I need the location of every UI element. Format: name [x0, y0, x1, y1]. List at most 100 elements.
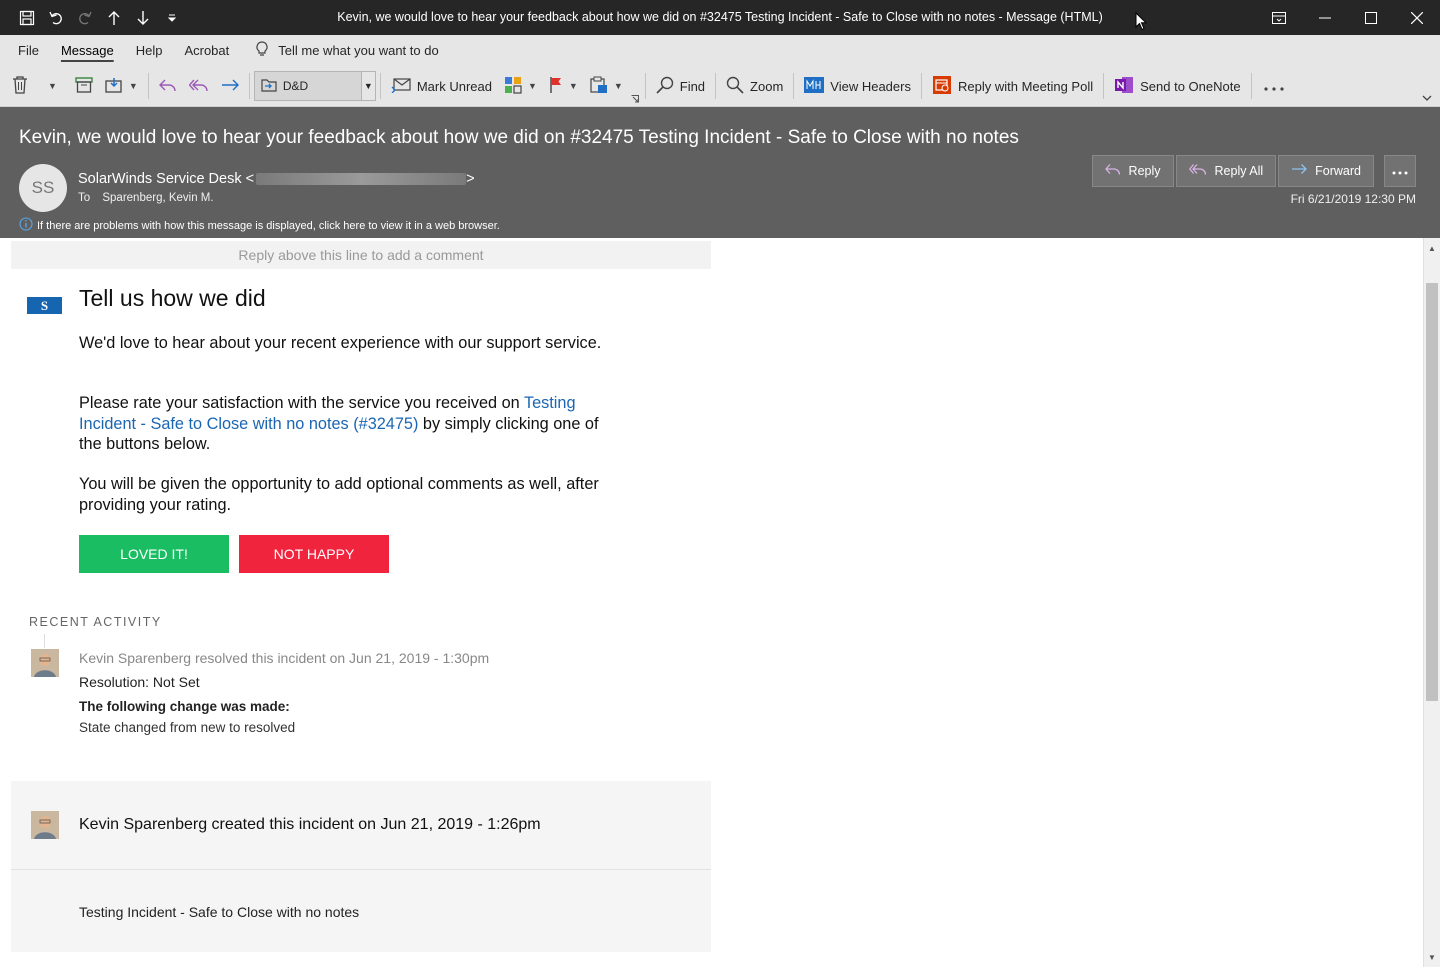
vertical-scrollbar[interactable]: ▲ ▼ — [1423, 238, 1440, 967]
folder-move-icon — [261, 78, 277, 95]
move-icon — [105, 77, 123, 96]
find-label: Find — [679, 78, 706, 94]
trash-icon — [12, 75, 28, 97]
forward-icon — [221, 78, 239, 95]
toolbar-divider — [1250, 73, 1252, 99]
maximize-icon[interactable] — [1348, 0, 1394, 35]
sender-email-redacted — [256, 173, 467, 185]
scroll-down-icon[interactable]: ▼ — [1424, 949, 1440, 965]
tags-more-button[interactable]: ▼ — [584, 71, 629, 101]
find-button[interactable]: Find — [650, 71, 711, 101]
move-button[interactable]: ▼ — [99, 71, 144, 101]
recipients-row: To Sparenberg, Kevin M. — [78, 192, 214, 204]
chevron-down-icon[interactable]: ▼ — [48, 81, 57, 91]
chevron-down-icon[interactable]: ▼ — [614, 81, 623, 91]
recipient[interactable]: Sparenberg, Kevin M. — [102, 192, 213, 204]
sender-name: SolarWinds Service Desk < — [78, 171, 255, 187]
next-item-icon[interactable] — [128, 0, 157, 35]
reply-all-button[interactable]: Reply All — [1175, 155, 1277, 187]
more-commands-button[interactable] — [1256, 71, 1292, 101]
info-bar[interactable]: If there are problems with how this mess… — [19, 217, 500, 234]
quick-access-toolbar — [12, 0, 186, 35]
forward-ribbon-button[interactable] — [215, 71, 245, 101]
reply-all-ribbon-button[interactable] — [183, 71, 215, 101]
toolbar-divider — [715, 73, 717, 99]
zoom-button[interactable]: Zoom — [720, 71, 789, 101]
minimize-icon[interactable] — [1302, 0, 1348, 35]
info-icon — [19, 217, 33, 234]
sender-bracket: > — [466, 171, 475, 187]
move-to-folder-dropdown[interactable]: D&D ▼ — [253, 71, 376, 101]
flag-icon — [549, 76, 563, 97]
tell-me-label: Tell me what you want to do — [278, 43, 439, 58]
tab-message[interactable]: Message — [50, 35, 125, 66]
sender-avatar[interactable]: SS — [19, 164, 67, 212]
view-headers-button[interactable]: View Headers — [798, 71, 917, 101]
info-text: If there are problems with how this mess… — [37, 219, 500, 232]
avatar — [31, 649, 59, 677]
archive-button[interactable] — [69, 71, 99, 101]
chevron-down-icon[interactable]: ▼ — [360, 72, 375, 100]
move-to-folder-value: D&D — [282, 79, 309, 93]
toolbar-divider — [248, 73, 250, 99]
previous-item-icon[interactable] — [99, 0, 128, 35]
ellipsis-icon — [1392, 164, 1408, 178]
rating-text-before: Please rate your satisfaction with the s… — [79, 394, 524, 412]
activity-resolution: Resolution: Not Set — [79, 674, 200, 690]
reply-button[interactable]: Reply — [1091, 155, 1174, 187]
save-icon[interactable] — [12, 0, 41, 35]
send-onenote-label: Send to OneNote — [1140, 78, 1241, 94]
tab-file[interactable]: File — [0, 35, 50, 66]
close-icon[interactable] — [1394, 0, 1440, 35]
reply-ribbon-button[interactable] — [153, 71, 183, 101]
timeline-connector — [44, 634, 45, 648]
envelope-icon — [391, 77, 411, 96]
reply-meeting-poll-button[interactable]: Reply with Meeting Poll — [926, 71, 1099, 101]
zoom-icon — [726, 76, 744, 97]
created-text: Kevin Sparenberg created this incident o… — [79, 816, 541, 833]
comments-paragraph: You will be given the opportunity to add… — [79, 475, 599, 514]
ellipsis-icon — [1263, 79, 1284, 94]
categorize-icon — [504, 76, 522, 97]
reply-above-line: Reply above this line to add a comment — [11, 241, 711, 269]
ribbon-display-options-icon[interactable] — [1256, 0, 1302, 35]
reply-icon — [1104, 163, 1121, 179]
view-headers-icon — [804, 76, 825, 96]
toolbar-divider — [1103, 73, 1105, 99]
created-activity: Kevin Sparenberg created this incident o… — [11, 781, 711, 952]
scroll-up-icon[interactable]: ▲ — [1424, 240, 1440, 256]
ribbon-collapse-button[interactable] — [1416, 86, 1440, 106]
delete-button[interactable]: ▼ — [0, 71, 63, 101]
reply-all-icon — [188, 78, 209, 95]
survey-heading: Tell us how we did — [79, 285, 266, 311]
undo-icon[interactable] — [41, 0, 70, 35]
not-happy-button[interactable]: NOT HAPPY — [239, 535, 389, 573]
message-header: Kevin, we would love to hear your feedba… — [0, 107, 1440, 238]
customize-toolbar-icon[interactable] — [157, 0, 186, 35]
scrollbar-thumb[interactable] — [1426, 283, 1438, 701]
mark-unread-button[interactable]: Mark Unread — [385, 71, 498, 101]
ribbon-toolbar: ▼ ▼ D&D ▼ Mark Unread ▼ ▼ ▼ Find Zoom Vi… — [0, 66, 1440, 107]
tab-acrobat[interactable]: Acrobat — [173, 35, 240, 66]
tags-dialog-launcher[interactable] — [629, 90, 641, 106]
tell-me-search[interactable]: Tell me what you want to do — [256, 41, 439, 60]
more-actions-button[interactable] — [1384, 155, 1416, 187]
toolbar-divider — [379, 73, 381, 99]
activity-change-heading: The following change was made: — [79, 699, 290, 714]
tab-help[interactable]: Help — [125, 35, 174, 66]
message-date: Fri 6/21/2019 12:30 PM — [1290, 192, 1416, 206]
categorize-button[interactable]: ▼ — [498, 71, 543, 101]
follow-up-button[interactable]: ▼ — [543, 71, 584, 101]
chevron-down-icon[interactable]: ▼ — [129, 81, 138, 91]
forward-button[interactable]: Forward — [1278, 155, 1374, 187]
reply-meeting-poll-label: Reply with Meeting Poll — [957, 78, 1094, 94]
avatar — [31, 811, 59, 839]
send-onenote-button[interactable]: Send to OneNote — [1108, 71, 1246, 101]
loved-it-button[interactable]: LOVED IT! — [79, 535, 229, 573]
reply-label: Reply — [1128, 164, 1161, 178]
sender[interactable]: SolarWinds Service Desk < > — [78, 171, 475, 187]
chevron-down-icon[interactable]: ▼ — [569, 81, 578, 91]
chevron-down-icon[interactable]: ▼ — [528, 81, 537, 91]
onenote-icon — [1114, 76, 1134, 97]
redo-icon[interactable] — [70, 0, 99, 35]
